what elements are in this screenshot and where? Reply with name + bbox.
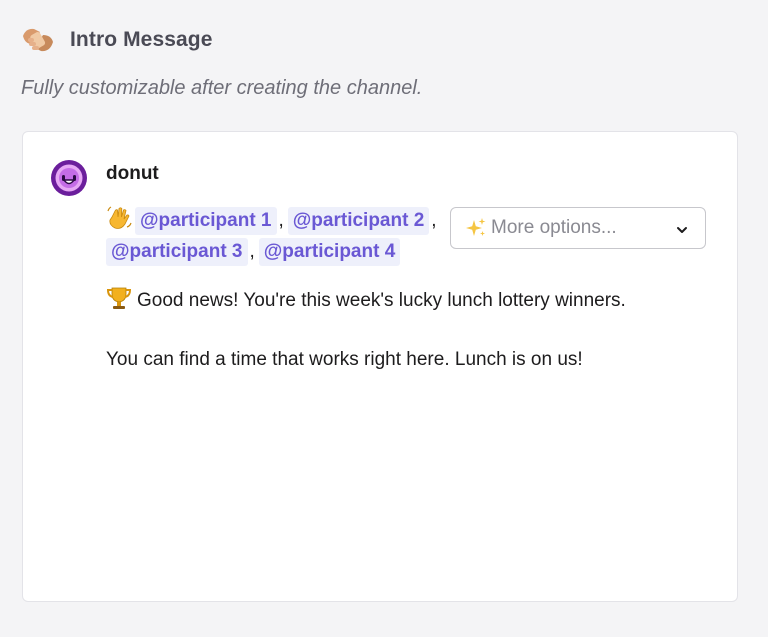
section-header: Intro Message bbox=[20, 22, 213, 58]
mention-participant-1[interactable]: @participant 1 bbox=[135, 207, 277, 235]
message-preview-card: donut @participant 1, @participant 2, @par… bbox=[22, 131, 738, 602]
section-subtitle: Fully customizable after creating the ch… bbox=[21, 77, 423, 99]
more-options-dropdown[interactable]: More options... bbox=[450, 207, 706, 249]
handshake-icon bbox=[20, 22, 56, 58]
chevron-down-icon bbox=[675, 221, 689, 235]
mention-separator: , bbox=[278, 210, 284, 231]
dropdown-placeholder: More options... bbox=[491, 217, 617, 238]
mention-participant-2[interactable]: @participant 2 bbox=[287, 207, 430, 235]
waving-hand-icon bbox=[106, 205, 132, 231]
trophy-icon bbox=[106, 285, 132, 311]
donut-bot-avatar bbox=[50, 159, 88, 197]
mention-list: @participant 1, @participant 2, @participa… bbox=[106, 205, 446, 267]
message-line-good-news: Good news! You're this week's lucky lunc… bbox=[106, 285, 626, 312]
mention-participant-3[interactable]: @participant 3 bbox=[106, 238, 248, 266]
sparkles-icon bbox=[465, 217, 487, 239]
message-text-line2: You can find a time that works right her… bbox=[106, 349, 583, 370]
message-text-line1: Good news! You're this week's lucky lunc… bbox=[137, 290, 626, 311]
mention-participant-4[interactable]: @participant 4 bbox=[258, 238, 401, 266]
intro-message-page: Intro Message Fully customizable after c… bbox=[0, 0, 768, 637]
section-title: Intro Message bbox=[70, 28, 213, 51]
mention-separator: , bbox=[431, 210, 437, 231]
mention-separator: , bbox=[249, 241, 255, 262]
sender-name: donut bbox=[106, 163, 159, 184]
